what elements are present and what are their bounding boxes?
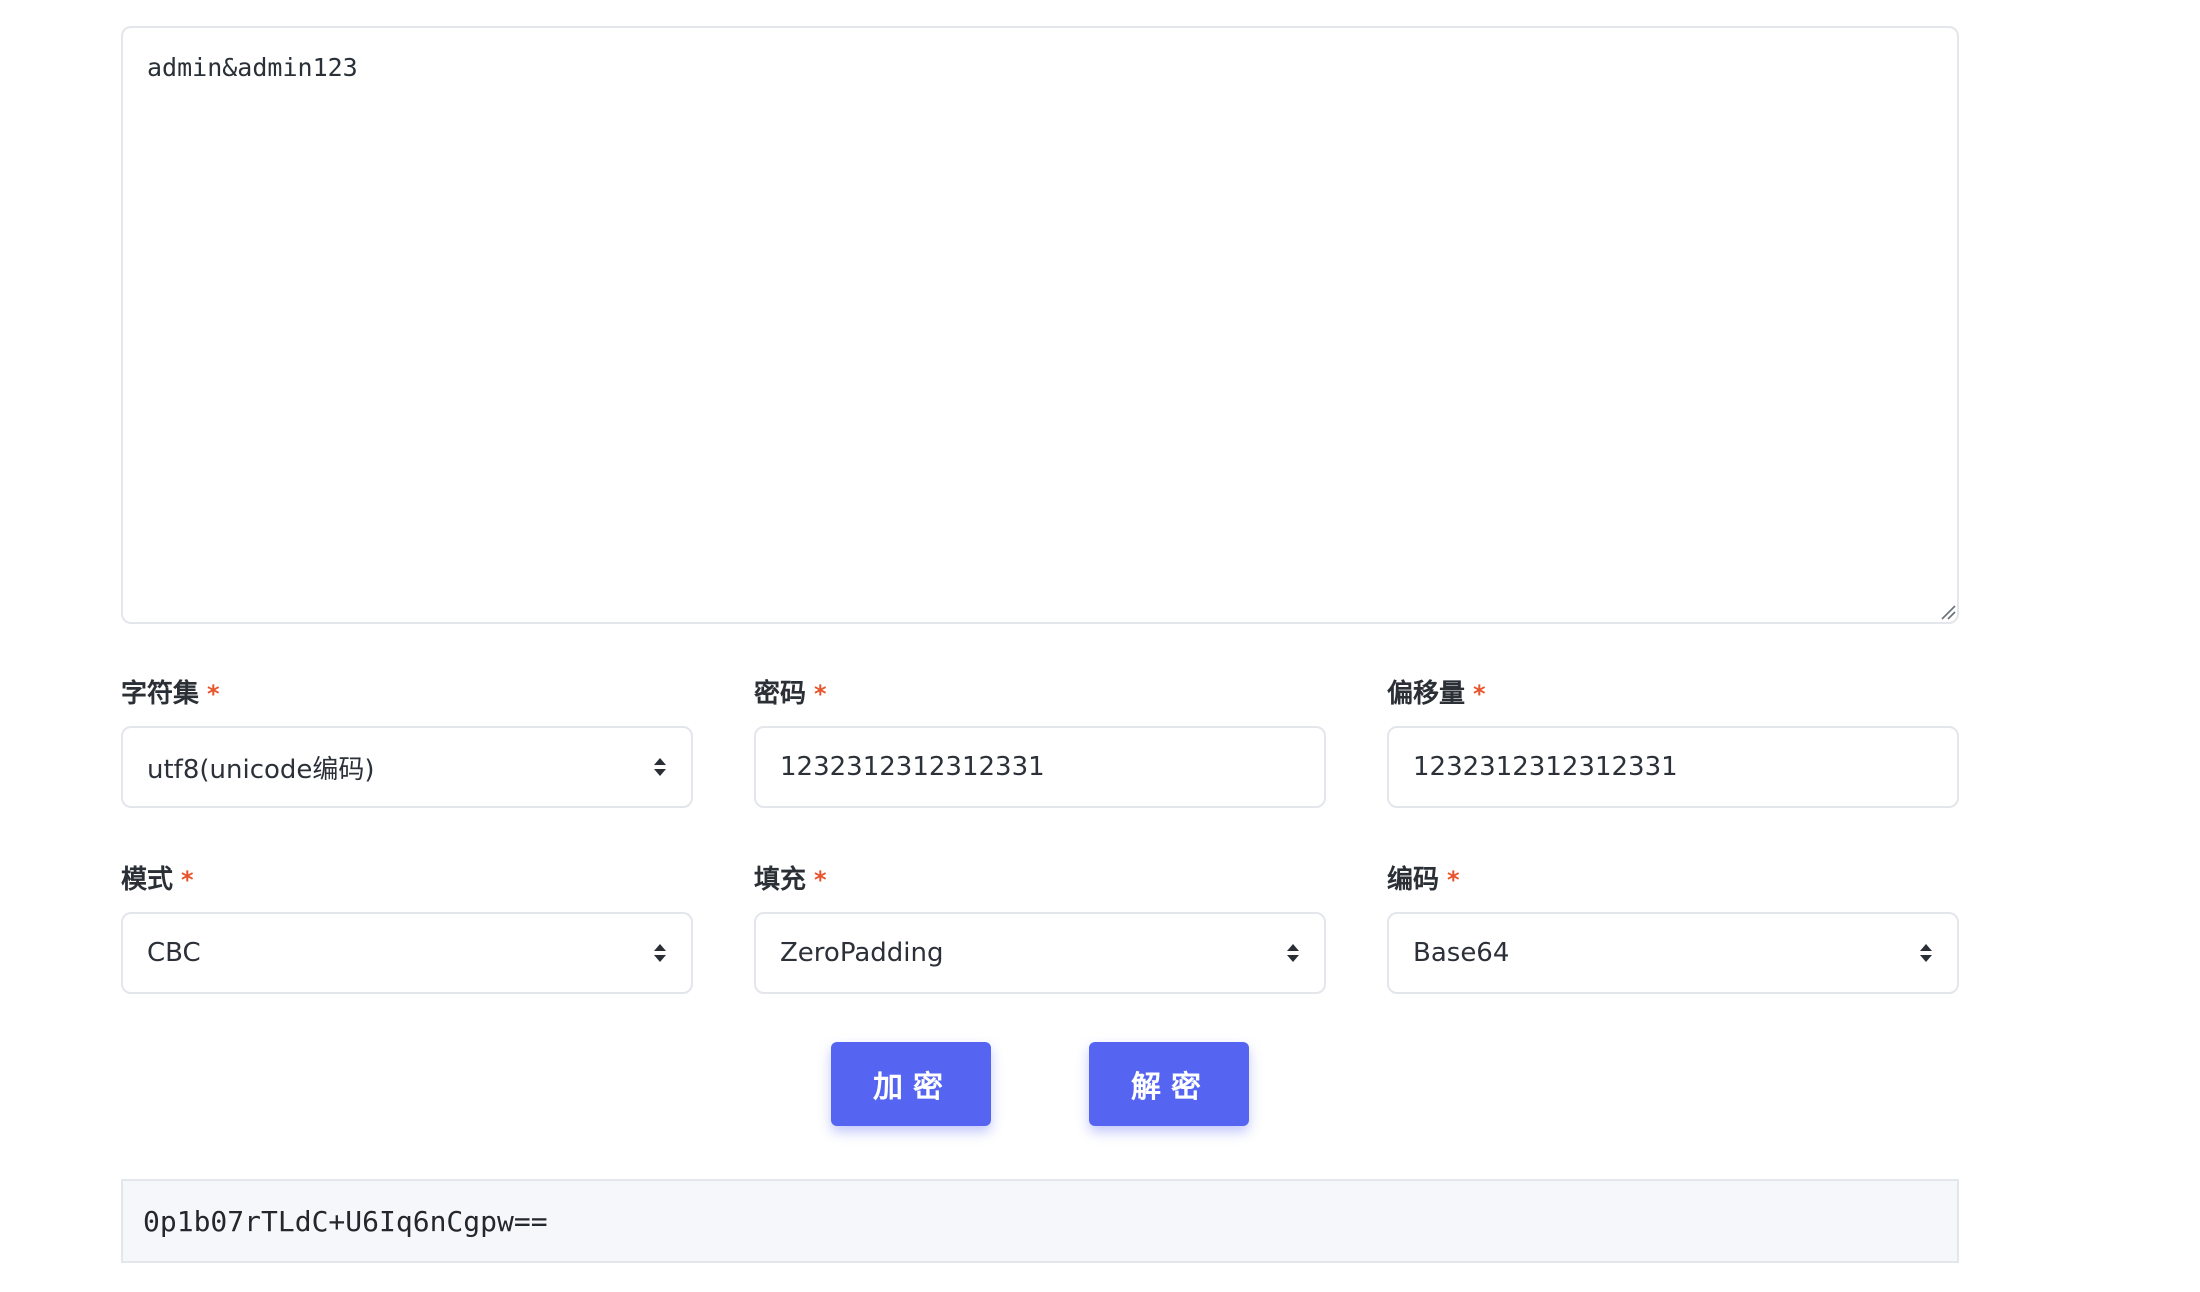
password-input[interactable] xyxy=(754,726,1326,808)
offset-input[interactable] xyxy=(1387,726,1959,808)
password-label: 密码 * xyxy=(754,676,1326,712)
mode-select[interactable]: CBC xyxy=(121,912,693,994)
charset-value: utf8(unicode编码) xyxy=(147,754,375,785)
encoding-value: Base64 xyxy=(1413,938,1510,968)
required-mark: * xyxy=(814,866,827,894)
encrypt-button[interactable]: 加密 xyxy=(831,1042,991,1126)
encoding-select[interactable]: Base64 xyxy=(1387,912,1959,994)
padding-field: 填充 * ZeroPadding xyxy=(754,862,1326,994)
required-mark: * xyxy=(207,680,220,708)
decrypt-button[interactable]: 解密 xyxy=(1089,1042,1249,1126)
required-mark: * xyxy=(1473,680,1486,708)
password-label-text: 密码 xyxy=(754,679,807,709)
mode-field: 模式 * CBC xyxy=(121,862,693,994)
charset-field: 字符集 * utf8(unicode编码) xyxy=(121,676,693,808)
output-text: 0p1b07rTLdC+U6Iq6nCgpw== xyxy=(143,1204,548,1238)
mode-value: CBC xyxy=(147,938,201,968)
encoding-label-text: 编码 xyxy=(1387,865,1440,895)
offset-field: 偏移量 * xyxy=(1387,676,1959,808)
mode-label: 模式 * xyxy=(121,862,693,898)
padding-select[interactable]: ZeroPadding xyxy=(754,912,1326,994)
charset-label-text: 字符集 xyxy=(121,679,200,709)
updown-arrows-icon xyxy=(654,758,666,776)
offset-label: 偏移量 * xyxy=(1387,676,1959,712)
encoding-field: 编码 * Base64 xyxy=(1387,862,1959,994)
offset-label-text: 偏移量 xyxy=(1387,679,1466,709)
password-field: 密码 * xyxy=(754,676,1326,808)
charset-label: 字符集 * xyxy=(121,676,693,712)
updown-arrows-icon xyxy=(1287,944,1299,962)
padding-value: ZeroPadding xyxy=(780,938,944,968)
required-mark: * xyxy=(814,680,827,708)
encoding-label: 编码 * xyxy=(1387,862,1959,898)
padding-label-text: 填充 xyxy=(754,865,807,895)
plaintext-input[interactable]: admin&admin123 xyxy=(121,26,1959,624)
updown-arrows-icon xyxy=(654,944,666,962)
padding-label: 填充 * xyxy=(754,862,1326,898)
updown-arrows-icon xyxy=(1920,944,1932,962)
resize-grip-icon[interactable] xyxy=(1940,604,1956,620)
required-mark: * xyxy=(1447,866,1460,894)
output-box: 0p1b07rTLdC+U6Iq6nCgpw== xyxy=(121,1179,1959,1263)
required-mark: * xyxy=(181,866,194,894)
charset-select[interactable]: utf8(unicode编码) xyxy=(121,726,693,808)
mode-label-text: 模式 xyxy=(121,865,174,895)
